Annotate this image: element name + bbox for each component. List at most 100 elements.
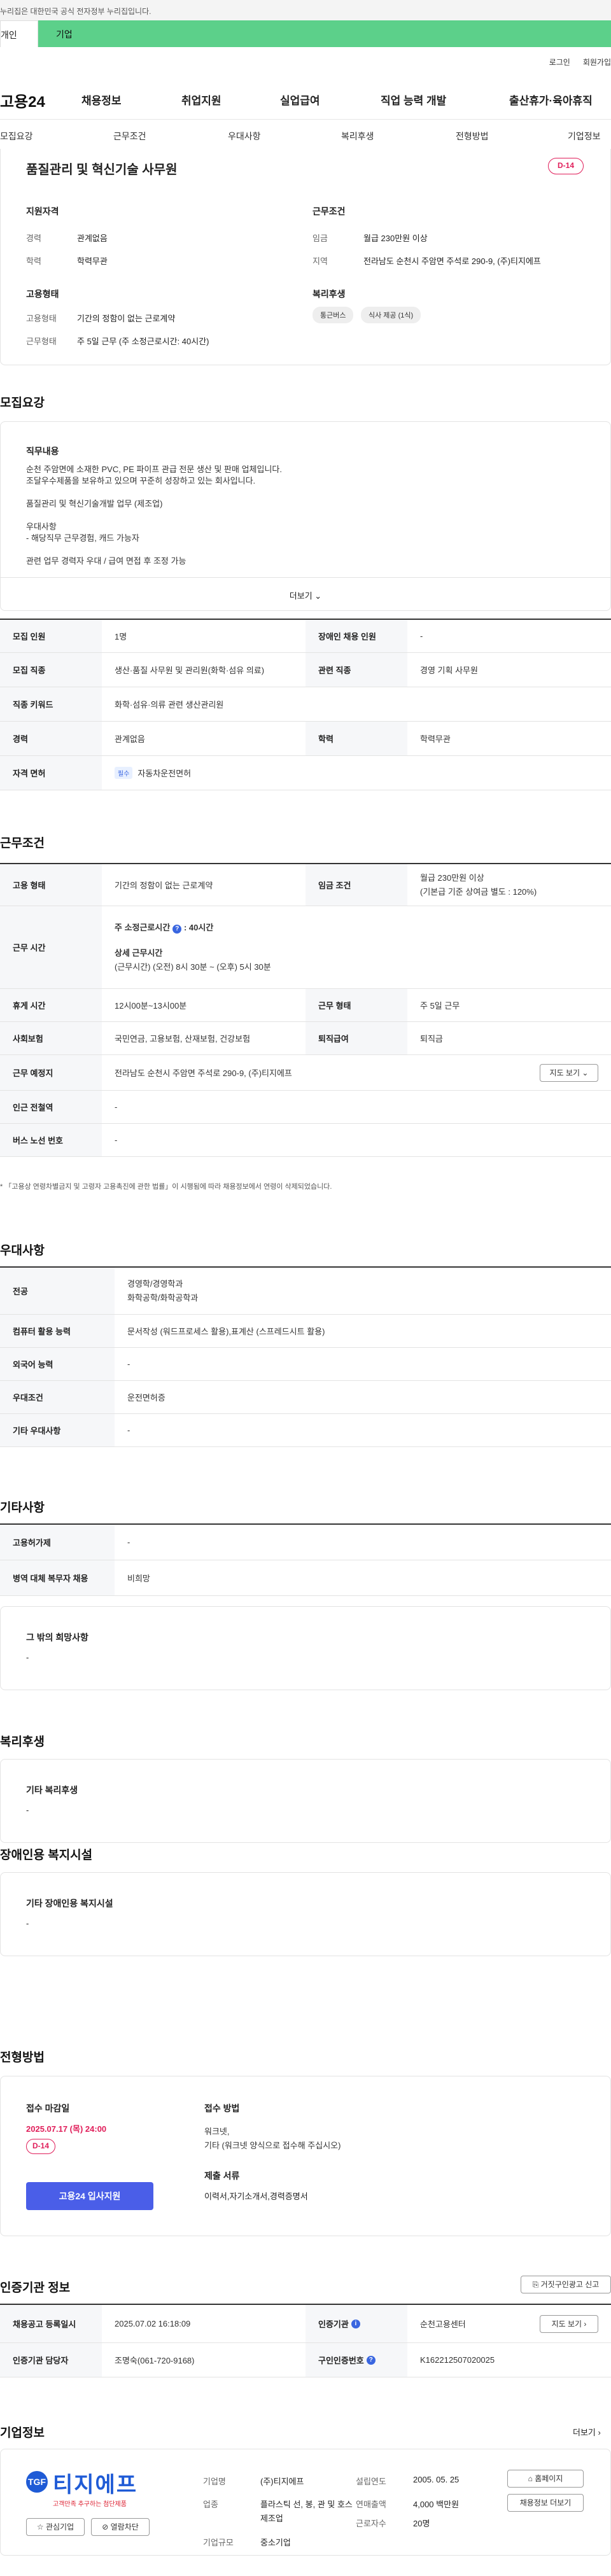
table-row: 고용 형태 기간의 정함이 없는 근로계약 임금 조건 월급 230만원 이상 … <box>0 864 611 906</box>
tab-process[interactable]: 전형방법 <box>456 130 489 143</box>
info-icon[interactable]: ? <box>366 2355 376 2365</box>
favorite-company-button[interactable]: ☆ 관심기업 <box>26 2518 85 2536</box>
homepage-button[interactable]: ⌂ 홈페이지 <box>507 2470 584 2488</box>
pref-etc-value: - <box>127 1425 130 1435</box>
join-link[interactable]: 회원가입 <box>583 57 611 67</box>
nav-unemployment[interactable]: 실업급여 <box>280 92 320 108</box>
wage-main: 월급 230만원 이상 <box>420 872 484 883</box>
duty-card: 직무내용 순천 주암면에 소재한 PVC, PE 파이프 관급 전문 생산 및 … <box>0 421 611 611</box>
table-row: 고용허가제 - <box>0 1525 611 1560</box>
etc-heading: 기타사항 <box>0 1501 45 1515</box>
method-title: 접수 방법 <box>204 2103 240 2113</box>
site-logo[interactable]: 고용24 <box>0 89 83 111</box>
job-no-label: 구인인증번호? <box>306 2343 407 2377</box>
table-row: 컴퓨터 활용 능력 문서작성 (워드프로세스 활용),표계산 (스프레드시트 활… <box>0 1315 611 1348</box>
company-jobs-button[interactable]: 채용정보 더보기 <box>507 2494 584 2512</box>
pref-cond-value: 운전면허증 <box>127 1393 165 1403</box>
dday-badge: D-14 <box>548 158 584 174</box>
report-label: 거짓구인광고 신고 <box>540 2280 600 2289</box>
welfare-chip: 통근버스 <box>313 307 354 323</box>
emp-value: 기간의 정함이 없는 근로계약 <box>115 881 213 890</box>
process-heading: 전형방법 <box>0 2051 45 2064</box>
subway-value: - <box>115 1102 118 1112</box>
tab-welfare[interactable]: 복리후생 <box>341 130 374 143</box>
duty-line: 순천 주암면에 소재한 PVC, PE 파이프 관급 전문 생산 및 판매 업체… <box>26 465 282 474</box>
agency-heading: 인증기관 정보 <box>0 2281 71 2295</box>
recruit-heading: 모집요강 <box>0 396 45 410</box>
keyword-label: 직종 키워드 <box>0 687 102 721</box>
report-fake-ad-button[interactable]: ⎘ 거짓구인광고 신고 <box>521 2276 611 2293</box>
apply-button[interactable]: 고용24 입사지원 <box>26 2182 153 2210</box>
pref-etc-label: 기타 우대사항 <box>0 1414 115 1446</box>
tab-personal[interactable]: 개인 <box>0 20 38 47</box>
section-tabs: 모집요강 근무조건 우대사항 복리후생 전형방법 기업정보 <box>0 120 611 150</box>
major-value: 경영학/경영학과 화학공학/화학공학과 <box>115 1268 611 1314</box>
nav-jobs[interactable]: 채용정보 <box>81 92 122 108</box>
company-more-link[interactable]: 더보기 › <box>573 2426 601 2438</box>
tab-preference[interactable]: 우대사항 <box>228 130 261 143</box>
major-label: 전공 <box>0 1268 115 1314</box>
founded-label: 설립연도 <box>356 2477 386 2486</box>
employees-label: 근로자수 <box>356 2519 386 2528</box>
career-value: 관계없음 <box>115 734 145 744</box>
count-label: 모집 인원 <box>0 620 102 652</box>
bus-value: - <box>115 1135 118 1145</box>
info-icon[interactable]: ? <box>172 924 182 934</box>
table-row: 버스 노선 번호 - <box>0 1124 611 1157</box>
work-type-label: 근무형태 <box>26 337 57 346</box>
hours-label: 근무 시간 <box>0 906 102 988</box>
table-row: 휴게 시간 12시00분~13시00분 근무 형태 주 5일 근무 <box>0 989 611 1022</box>
login-link[interactable]: 로그인 <box>549 57 570 67</box>
tab-company[interactable]: 기업정보 <box>568 130 601 143</box>
disabled-count-label: 장애인 채용 인원 <box>306 620 407 652</box>
emp-label: 고용 형태 <box>0 864 102 906</box>
table-row: 자격 면허 필수 자동차운전면허 <box>0 756 611 790</box>
hours-detail-value: (근무시간) (오전) 8시 30분 ~ (오후) 5시 30분 <box>115 962 271 972</box>
retirement-label: 퇴직급여 <box>306 1022 407 1054</box>
duty-title: 직무내용 <box>26 446 59 456</box>
career-label: 경력 <box>26 234 41 243</box>
pref-cond-label: 우대조건 <box>0 1381 115 1413</box>
conditions-table: 고용 형태 기간의 정함이 없는 근로계약 임금 조건 월급 230만원 이상 … <box>0 863 611 1157</box>
tab-company[interactable]: 기업 <box>38 20 611 47</box>
info-icon[interactable]: i <box>351 2319 360 2328</box>
preference-table: 전공 경영학/경영학과 화학공학/화학공학과 컴퓨터 활용 능력 문서작성 (워… <box>0 1266 611 1447</box>
more-button[interactable]: 더보기 ⌄ <box>290 591 321 601</box>
block-company-button[interactable]: ⊘ 열람차단 <box>91 2518 150 2536</box>
industry-label: 업종 <box>203 2500 218 2509</box>
star-icon: ☆ <box>36 2523 44 2531</box>
military-label: 병역 대체 복무자 채용 <box>0 1560 115 1595</box>
agency-map-button[interactable]: 지도 보기 › <box>540 2315 598 2333</box>
recruit-table: 모집 인원 1명 장애인 채용 인원 - 모집 직종 생산·품질 사무원 및 관… <box>0 619 611 790</box>
edu-value: 학력무관 <box>77 256 108 266</box>
related-label: 관련 직종 <box>306 653 407 687</box>
sales-value: 4,000 백만원 <box>413 2500 460 2509</box>
conditions-title: 근무조건 <box>313 206 346 216</box>
welfare-card: 기타 복리후생 - <box>0 1759 611 1843</box>
table-row: 병역 대체 복무자 채용 비희망 <box>0 1560 611 1596</box>
subsidy-value: - <box>127 1537 130 1547</box>
nav-employment-support[interactable]: 취업지원 <box>181 92 221 108</box>
subsidy-label: 고용허가제 <box>0 1525 115 1560</box>
tab-recruit[interactable]: 모집요강 <box>0 130 33 143</box>
nav-leave[interactable]: 출산휴가·육아휴직 <box>509 92 593 108</box>
wage-sub: (기본급 기준 상여금 별도 : 120%) <box>420 886 537 897</box>
keyword-value: 화학·섬유·의류 관련 생산관리원 <box>115 700 224 710</box>
hours-detail-label: 상세 근무시간 <box>115 948 163 958</box>
nav-skills[interactable]: 직업 능력 개발 <box>381 92 446 108</box>
disabled-count-value: - <box>420 631 423 641</box>
homepage-label: 홈페이지 <box>535 2474 563 2483</box>
scale-value: 중소기업 <box>260 2538 291 2547</box>
docs-value: 이력서,자기소개서,경력증명서 <box>204 2192 308 2201</box>
work-type-value: 주 5일 근무 (주 소정근로시간: 40시간) <box>77 337 209 346</box>
hours-value: 주 소정근로시간? : 40시간 상세 근무시간 (근무시간) (오전) 8시 … <box>102 906 611 988</box>
tab-conditions[interactable]: 근무조건 <box>113 130 146 143</box>
agency-table: 채용공고 등록일시 2025.07.02 16:18:09 인증기관 i 순천고용… <box>0 2304 611 2377</box>
insurance-label: 사회보험 <box>0 1022 102 1054</box>
job-no-label-text: 구인인증번호 <box>318 2356 364 2365</box>
map-button[interactable]: 지도 보기 ⌄ <box>540 1064 598 1082</box>
agency-label-text: 인증기관 <box>318 2320 349 2329</box>
job-value: 생산·품질 사무원 및 관리원(화학·섬유 의료) <box>115 666 265 675</box>
table-row: 모집 인원 1명 장애인 채용 인원 - <box>0 620 611 653</box>
language-value: - <box>127 1359 130 1369</box>
